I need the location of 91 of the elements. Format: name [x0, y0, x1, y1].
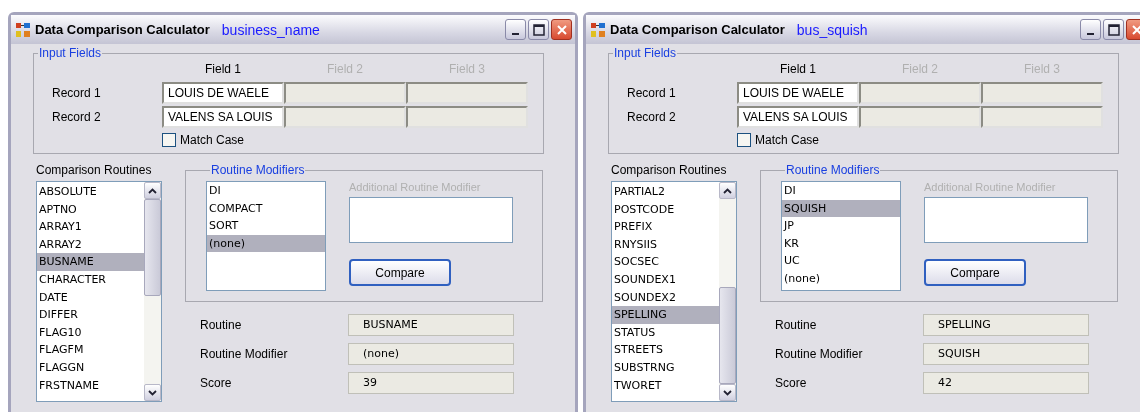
- list-item[interactable]: APTNO: [37, 200, 144, 219]
- input-field[interactable]: VALENS SA LOUIS: [162, 106, 284, 128]
- list-item[interactable]: SOUNDEX1: [612, 270, 719, 289]
- record-label: Record 2: [626, 110, 677, 124]
- list-item[interactable]: FLAGFM: [37, 341, 144, 359]
- list-item[interactable]: ARRAY1: [37, 218, 144, 236]
- window-subtitle: business_name: [221, 21, 320, 38]
- list-item[interactable]: SQUISH: [782, 199, 900, 218]
- list-item[interactable]: RNYSIIS: [612, 235, 719, 254]
- minimize-icon: [512, 32, 519, 35]
- list-label: Comparison Routines: [36, 163, 153, 177]
- input-field[interactable]: LOUIS DE WAELE: [737, 82, 859, 104]
- maximize-icon: [532, 23, 545, 36]
- list-item[interactable]: SPELLING: [612, 306, 719, 324]
- app-icon: [15, 21, 31, 38]
- group-title: Input Fields: [38, 46, 103, 60]
- list-item[interactable]: DI: [782, 182, 900, 200]
- group-title: Routine Modifiers: [785, 163, 881, 177]
- app-icon: [590, 21, 606, 38]
- record-label: Record 1: [626, 86, 677, 100]
- checkbox[interactable]: [162, 133, 176, 147]
- list-item[interactable]: SUBSTRNG: [612, 358, 719, 377]
- maximize-button[interactable]: [528, 19, 549, 40]
- list-item[interactable]: SORT: [207, 217, 325, 235]
- scroll-thumb[interactable]: [719, 287, 736, 384]
- close-button[interactable]: [551, 19, 572, 40]
- window-subtitle: bus_squish: [796, 21, 868, 38]
- close-icon: [1130, 23, 1140, 36]
- list-item[interactable]: FLAGGN: [37, 358, 144, 377]
- window-title: Data Comparison Calculator: [610, 22, 785, 37]
- list-item[interactable]: DIFFER: [37, 306, 144, 324]
- input-field[interactable]: LOUIS DE WAELE: [162, 82, 284, 104]
- list-item[interactable]: ABSOLUTE: [37, 183, 144, 201]
- maximize-button[interactable]: [1103, 19, 1124, 40]
- result-label: Routine Modifier: [200, 347, 289, 361]
- list-item[interactable]: POSTCODE: [612, 200, 719, 219]
- column-header: Field 1: [779, 62, 817, 78]
- checkbox-label: Match Case: [180, 133, 245, 147]
- list-item[interactable]: TWORET: [612, 376, 719, 395]
- maximize-icon: [1107, 23, 1120, 36]
- compare-button[interactable]: Compare: [924, 259, 1026, 286]
- list-item[interactable]: CHARACTER: [37, 270, 144, 289]
- close-icon: [555, 23, 568, 36]
- modifier-input[interactable]: [924, 197, 1088, 243]
- list-item[interactable]: KR: [782, 234, 900, 253]
- list-item[interactable]: (none): [207, 234, 325, 253]
- minimize-icon: [1087, 32, 1094, 35]
- result-label: Routine: [200, 318, 243, 332]
- list-item[interactable]: UC: [782, 252, 900, 270]
- result-label: Score: [775, 376, 808, 390]
- list-label: Comparison Routines: [611, 163, 728, 177]
- result-label: Routine Modifier: [775, 347, 864, 361]
- compare-button[interactable]: Compare: [349, 259, 451, 286]
- column-header: Field 1: [204, 62, 242, 78]
- result-field: (none): [348, 343, 514, 365]
- group-title: Input Fields: [613, 46, 678, 60]
- result-label: Routine: [775, 318, 818, 332]
- list-item[interactable]: SOCSEC: [612, 253, 719, 271]
- result-field: SPELLING: [923, 314, 1089, 336]
- list-item[interactable]: COMPACT: [207, 199, 325, 218]
- list-item[interactable]: DATE: [37, 288, 144, 307]
- list-item[interactable]: JP: [782, 217, 900, 235]
- window-title: Data Comparison Calculator: [35, 22, 210, 37]
- input-field[interactable]: VALENS SA LOUIS: [737, 106, 859, 128]
- result-field: SQUISH: [923, 343, 1089, 365]
- minimize-button[interactable]: [1080, 19, 1101, 40]
- list-item[interactable]: FRSTNAME: [37, 376, 144, 395]
- list-item[interactable]: PARTIAL2: [612, 183, 719, 201]
- result-label: Score: [200, 376, 233, 390]
- checkbox-label: Match Case: [755, 133, 820, 147]
- minimize-button[interactable]: [505, 19, 526, 40]
- record-label: Record 1: [51, 86, 102, 100]
- scrollbar[interactable]: [144, 182, 161, 401]
- group-title: Routine Modifiers: [210, 163, 306, 177]
- result-field: 39: [348, 372, 514, 394]
- list-item[interactable]: (none): [782, 269, 900, 288]
- list-item[interactable]: SOUNDEX2: [612, 288, 719, 307]
- scrollbar[interactable]: [719, 182, 736, 401]
- scroll-thumb[interactable]: [144, 199, 161, 296]
- list-item[interactable]: FLAG10: [37, 323, 144, 342]
- checkbox[interactable]: [737, 133, 751, 147]
- list-item[interactable]: ARRAY2: [37, 235, 144, 254]
- result-field: BUSNAME: [348, 314, 514, 336]
- list-item[interactable]: STREETS: [612, 341, 719, 359]
- modifier-input[interactable]: [349, 197, 513, 243]
- result-field: 42: [923, 372, 1089, 394]
- list-item[interactable]: BUSNAME: [37, 253, 144, 271]
- list-item[interactable]: PREFIX: [612, 218, 719, 236]
- list-item[interactable]: STATUS: [612, 323, 719, 342]
- list-item[interactable]: DI: [207, 182, 325, 200]
- record-label: Record 2: [51, 110, 102, 124]
